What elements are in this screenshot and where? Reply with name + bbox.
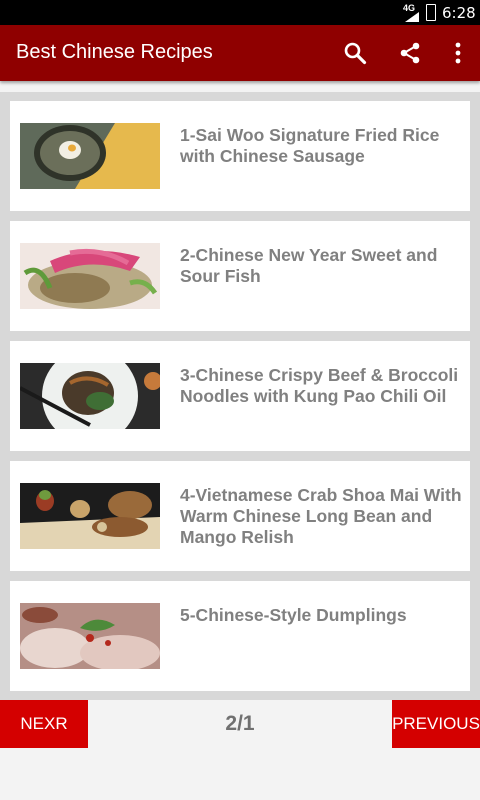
previous-button[interactable]: PREVIOUS (392, 700, 480, 748)
recipe-title: 4-Vietnamese Crab Shoa Mai With Warm Chi… (180, 485, 462, 547)
share-icon[interactable] (396, 39, 424, 67)
battery-icon (426, 4, 436, 21)
recipe-title: 3-Chinese Crispy Beef & Broccoli Noodles… (180, 365, 459, 406)
recipe-title: 5-Chinese-Style Dumplings (180, 605, 407, 625)
recipe-thumbnail (20, 123, 160, 189)
recipe-card[interactable]: 3-Chinese Crispy Beef & Broccoli Noodles… (10, 341, 470, 451)
pagination-bar: NEXR 2/1 PREVIOUS (0, 700, 480, 748)
app-title: Best Chinese Recipes (16, 41, 213, 63)
recipe-list[interactable]: 1-Sai Woo Signature Fried Rice with Chin… (0, 92, 480, 700)
page-indicator: 2/1 (225, 712, 255, 735)
recipe-card[interactable]: 1-Sai Woo Signature Fried Rice with Chin… (10, 101, 470, 211)
recipe-thumbnail (20, 603, 160, 669)
recipe-card[interactable]: 4-Vietnamese Crab Shoa Mai With Warm Chi… (10, 461, 470, 571)
recipe-thumbnail (20, 363, 160, 429)
more-vert-icon[interactable] (444, 39, 472, 67)
recipe-title: 2-Chinese New Year Sweet and Sour Fish (180, 245, 438, 286)
recipe-title: 1-Sai Woo Signature Fried Rice with Chin… (180, 125, 440, 166)
next-button[interactable]: NEXR (0, 700, 88, 748)
signal-icon (405, 12, 419, 22)
clock: 6:28 (442, 4, 476, 22)
recipe-thumbnail (20, 243, 160, 309)
recipe-thumbnail (20, 483, 160, 549)
app-bar: Best Chinese Recipes (0, 25, 480, 81)
recipe-card[interactable]: 5-Chinese-Style Dumplings (10, 581, 470, 691)
status-bar: 4G 6:28 (0, 0, 480, 25)
search-icon[interactable] (341, 39, 369, 67)
recipe-card[interactable]: 2-Chinese New Year Sweet and Sour Fish (10, 221, 470, 331)
